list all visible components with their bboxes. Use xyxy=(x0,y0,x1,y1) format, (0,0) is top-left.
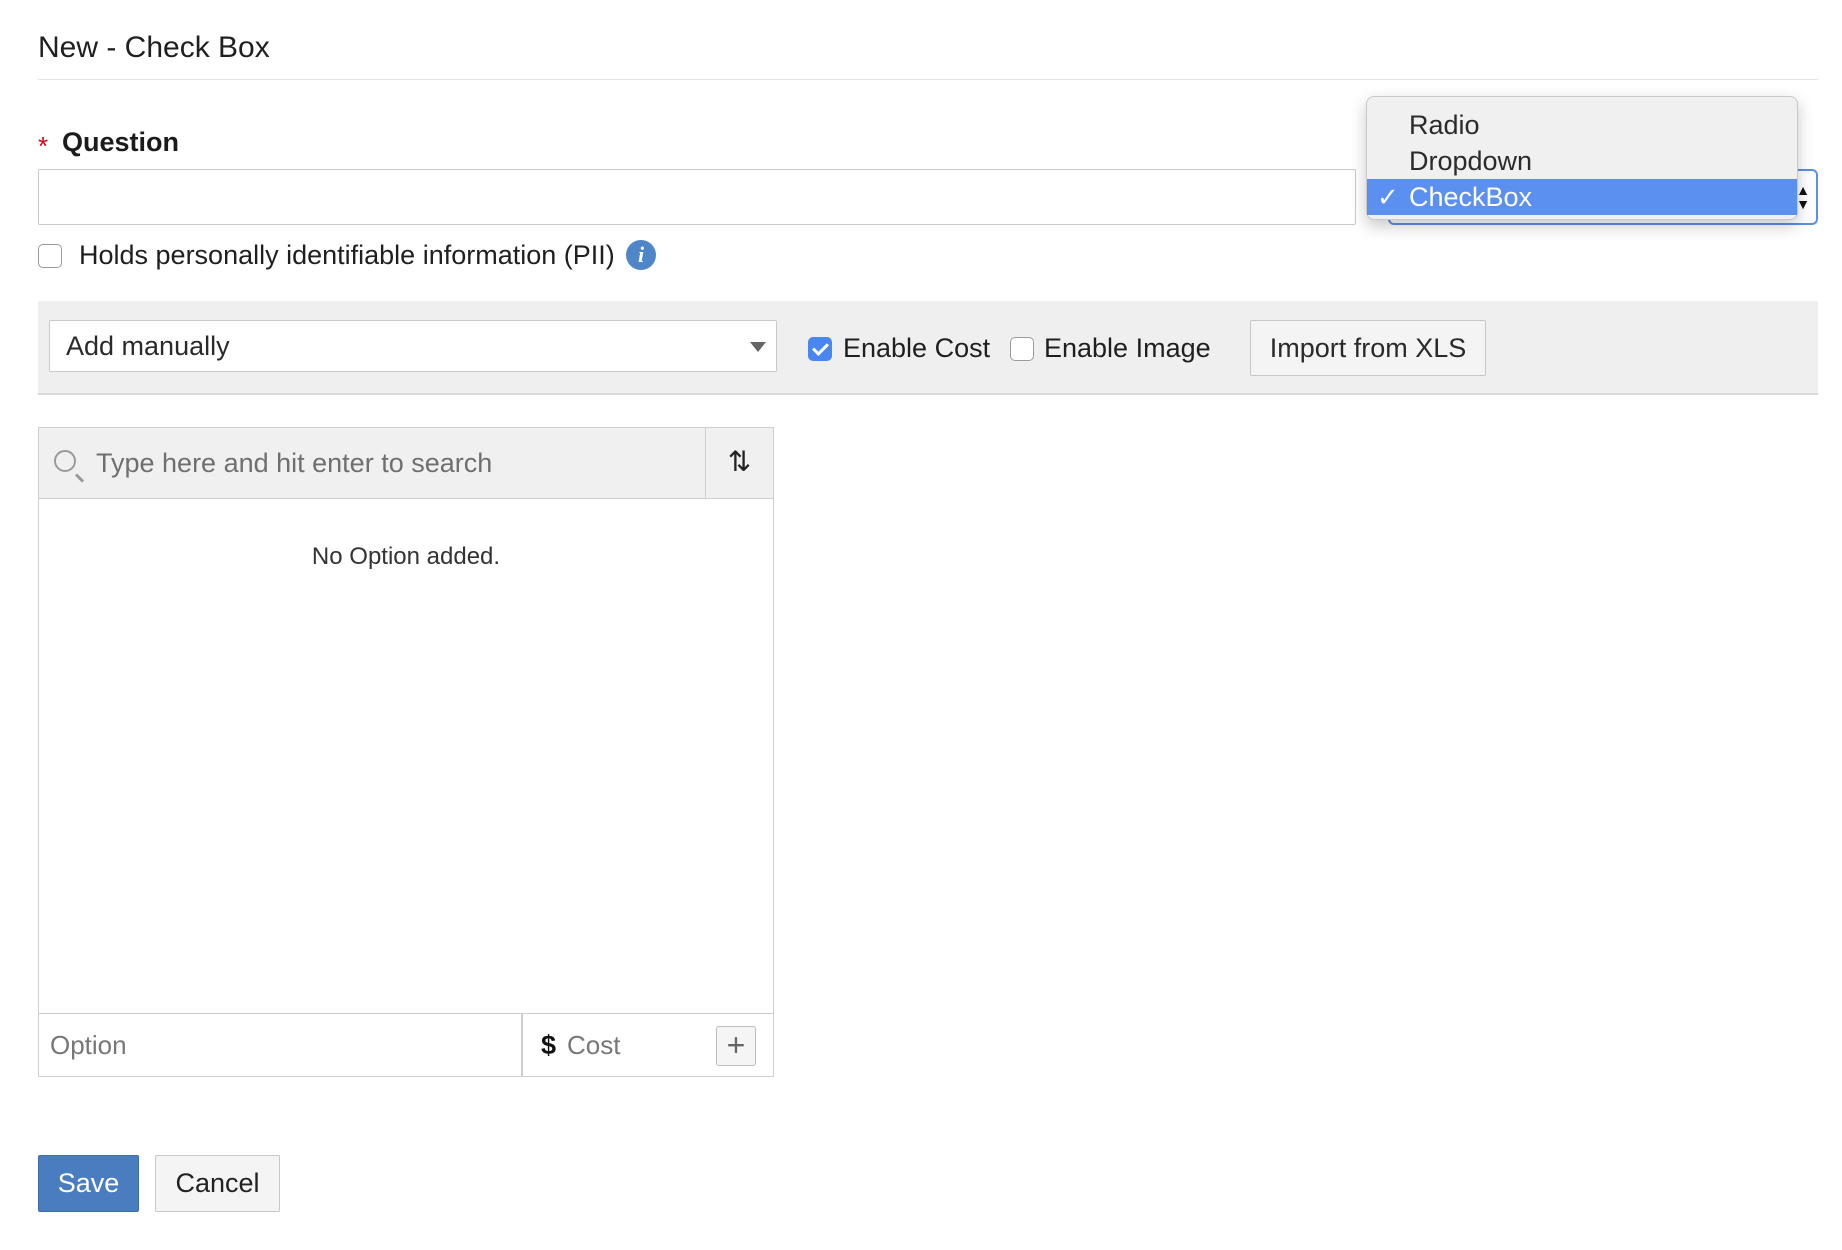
info-icon[interactable]: i xyxy=(626,240,656,270)
new-option-input[interactable] xyxy=(42,1020,512,1070)
options-panel xyxy=(38,427,774,1077)
question-input[interactable] xyxy=(38,169,1356,225)
type-option-dropdown[interactable]: Dropdown xyxy=(1367,143,1797,179)
type-option-label: CheckBox xyxy=(1409,182,1533,212)
option-search-input[interactable] xyxy=(94,438,694,488)
type-option-label: Radio xyxy=(1409,110,1480,140)
pii-label: Holds personally identifiable informatio… xyxy=(79,240,615,270)
enable-image-label: Enable Image xyxy=(1044,333,1211,363)
enable-cost-checkbox[interactable] xyxy=(808,337,832,361)
checkmark-icon: ✓ xyxy=(1377,182,1399,212)
search-icon xyxy=(54,450,76,472)
option-source-value: Add manually xyxy=(66,331,230,361)
footer-divider xyxy=(521,1013,523,1076)
title-divider xyxy=(38,79,1818,80)
sort-icon: ⇅ xyxy=(727,446,752,477)
new-option-cost-input[interactable] xyxy=(565,1020,705,1070)
cancel-button[interactable]: Cancel xyxy=(155,1155,280,1212)
save-button[interactable]: Save xyxy=(38,1155,139,1212)
import-xls-button[interactable]: Import from XLS xyxy=(1250,320,1486,376)
required-indicator: * xyxy=(38,131,49,161)
question-label: Question xyxy=(62,127,180,157)
empty-options-message: No Option added. xyxy=(311,543,501,570)
caret-down-icon xyxy=(750,342,766,352)
enable-image-checkbox[interactable] xyxy=(1010,337,1034,361)
select-arrows-icon: ▲ ▼ xyxy=(1796,182,1810,212)
type-option-radio[interactable]: Radio xyxy=(1367,107,1797,143)
pii-checkbox[interactable] xyxy=(38,244,62,268)
plus-icon: + xyxy=(726,1027,746,1063)
enable-cost-label: Enable Cost xyxy=(843,333,991,363)
sort-button[interactable]: ⇅ xyxy=(705,428,773,499)
type-option-checkbox[interactable]: ✓ CheckBox xyxy=(1367,179,1797,215)
add-option-button[interactable]: + xyxy=(716,1026,756,1066)
dollar-icon: $ xyxy=(541,1030,557,1060)
page-title: New - Check Box xyxy=(38,31,270,64)
type-option-label: Dropdown xyxy=(1409,146,1533,176)
question-type-menu: Radio Dropdown ✓ CheckBox xyxy=(1366,96,1798,220)
